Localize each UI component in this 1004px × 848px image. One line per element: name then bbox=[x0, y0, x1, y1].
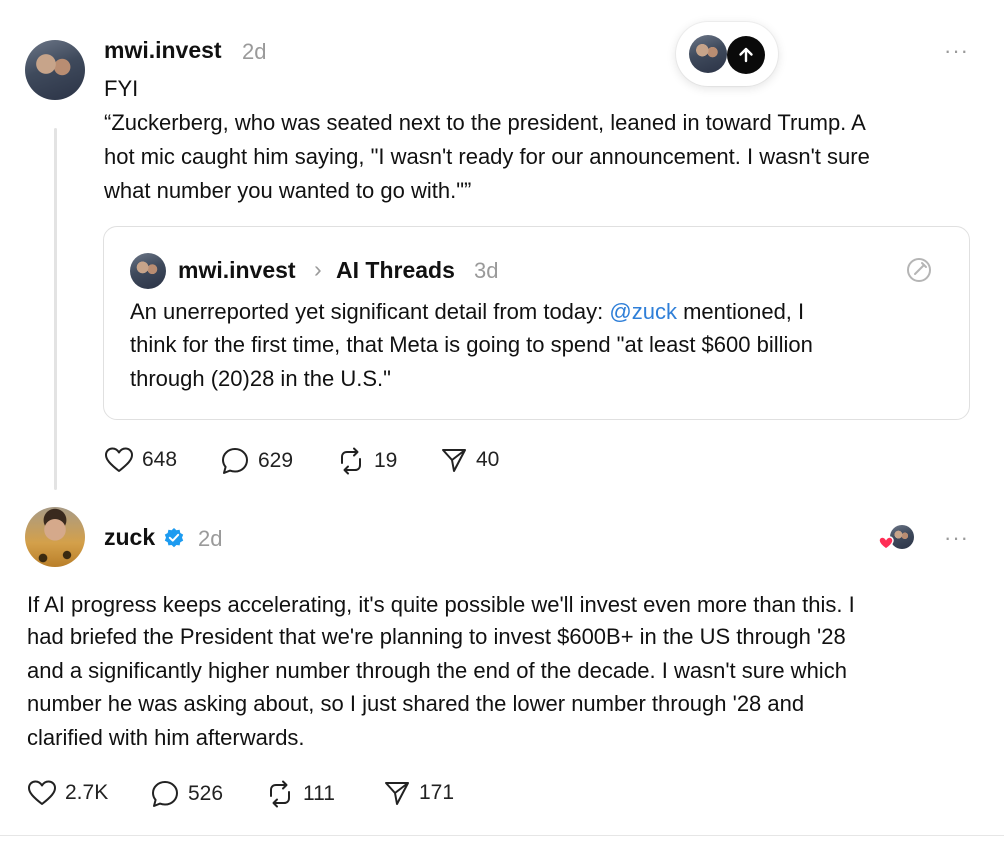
post2-line-1: If AI progress keeps accelerating, it's … bbox=[27, 592, 855, 617]
quote-topic[interactable]: AI Threads bbox=[336, 257, 455, 284]
feed-divider bbox=[0, 835, 1004, 836]
scroll-to-top-button[interactable] bbox=[727, 36, 765, 74]
quote-line-3: through (20)28 in the U.S." bbox=[130, 366, 391, 391]
post2-avatar[interactable] bbox=[25, 507, 85, 567]
edit-circle-icon bbox=[907, 258, 931, 282]
quote-avatar[interactable] bbox=[130, 253, 166, 289]
post1-line-1: FYI bbox=[104, 76, 139, 101]
post2-reply-button[interactable]: 526 bbox=[150, 779, 223, 809]
quote-timestamp[interactable]: 3d bbox=[474, 258, 498, 284]
quote-line-1: An unerreported yet significant detail f… bbox=[130, 295, 804, 329]
quote-line-1-text: An unerreported yet significant detail f… bbox=[130, 299, 610, 324]
reply-bubble-icon bbox=[152, 781, 178, 807]
post2-line-2: had briefed the President that we're pla… bbox=[27, 624, 846, 649]
post2-repost-count: 111 bbox=[303, 782, 335, 805]
post1-like-count: 648 bbox=[142, 448, 178, 471]
heart-filled-icon bbox=[878, 536, 894, 555]
post1-like-button[interactable]: 648 bbox=[104, 446, 177, 474]
post1-more-button[interactable]: ··· bbox=[944, 38, 969, 64]
post2-line-4: number he was asking about, so I just sh… bbox=[27, 691, 805, 716]
send-icon bbox=[442, 449, 466, 472]
heart-icon bbox=[28, 780, 56, 805]
post1-reply-button[interactable]: 629 bbox=[220, 446, 293, 476]
post1-line-4: what number you wanted to go with."” bbox=[104, 178, 472, 203]
heart-icon bbox=[105, 447, 133, 472]
repost-icon bbox=[341, 447, 361, 475]
post1-repost-button[interactable]: 19 bbox=[336, 446, 397, 476]
post1-share-count: 40 bbox=[476, 448, 500, 471]
thread-connector-line bbox=[54, 128, 57, 490]
arrow-up-icon bbox=[739, 47, 753, 63]
verified-badge-icon bbox=[163, 527, 185, 554]
post2-repost-button[interactable]: 111 bbox=[265, 779, 335, 809]
quote-line-2: think for the first time, that Meta is g… bbox=[130, 332, 813, 357]
post2-share-button[interactable]: 171 bbox=[383, 779, 454, 807]
post2-line-3: and a significantly higher number throug… bbox=[27, 658, 847, 683]
floating-avatar bbox=[689, 35, 727, 73]
post1-share-button[interactable]: 40 bbox=[440, 446, 499, 474]
quote-line-1-rest: mentioned, I bbox=[676, 299, 805, 324]
repost-icon bbox=[270, 780, 290, 808]
post2-share-count: 171 bbox=[419, 781, 455, 804]
post2-like-count: 2.7K bbox=[65, 781, 109, 804]
send-icon bbox=[385, 782, 409, 805]
mention-link[interactable]: @zuck bbox=[609, 299, 677, 324]
post1-repost-count: 19 bbox=[374, 449, 398, 472]
post2-line-5: clarified with him afterwards. bbox=[27, 725, 305, 750]
post1-avatar[interactable] bbox=[25, 40, 85, 100]
quote-compose-icon[interactable] bbox=[905, 256, 933, 289]
post1-timestamp[interactable]: 2d bbox=[242, 39, 266, 65]
post2-like-button[interactable]: 2.7K bbox=[27, 779, 108, 807]
reply-bubble-icon bbox=[222, 448, 248, 474]
post2-more-button[interactable]: ··· bbox=[944, 525, 969, 551]
post1-line-3: hot mic caught him saying, "I wasn't rea… bbox=[104, 144, 870, 169]
post1-reply-count: 629 bbox=[258, 449, 294, 472]
post1-username[interactable]: mwi.invest bbox=[104, 37, 222, 64]
post1-line-2: “Zuckerberg, who was seated next to the … bbox=[104, 110, 866, 135]
post2-reply-count: 526 bbox=[188, 782, 224, 805]
quote-separator: › bbox=[314, 256, 322, 282]
post2-timestamp[interactable]: 2d bbox=[198, 526, 222, 552]
quote-username[interactable]: mwi.invest bbox=[178, 257, 296, 284]
post2-username[interactable]: zuck bbox=[104, 524, 155, 551]
